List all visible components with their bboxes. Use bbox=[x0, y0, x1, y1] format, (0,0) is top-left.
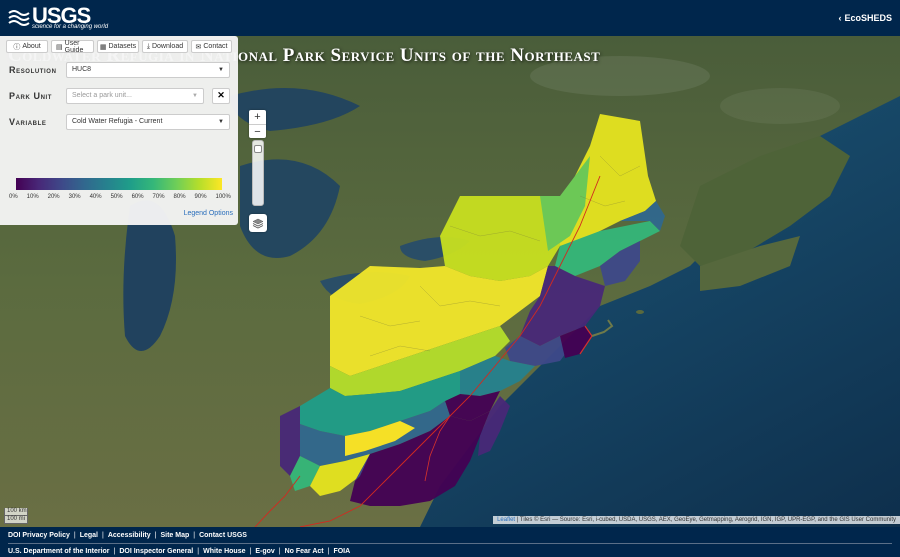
user-guide-button[interactable]: ▤ User Guide bbox=[51, 39, 94, 54]
resolution-label: Resolution bbox=[9, 64, 57, 75]
park-unit-select[interactable]: Select a park unit... ▼ bbox=[66, 87, 204, 104]
usgs-tagline: science for a changing world bbox=[32, 24, 109, 30]
zoom-out-button[interactable]: − bbox=[249, 124, 266, 138]
legend-tick: 80% bbox=[173, 194, 186, 200]
ecosheds-link-label: EcoSHEDS bbox=[844, 13, 892, 23]
chevron-left-icon: ‹ bbox=[838, 13, 842, 23]
caret-down-icon: ▼ bbox=[218, 118, 224, 125]
contact-button[interactable]: ✉ Contact bbox=[191, 40, 232, 53]
clear-park-button[interactable]: ✕ bbox=[212, 87, 230, 104]
footer-link-inspector-general[interactable]: DOI Inspector General bbox=[119, 546, 193, 557]
footer-link-legal[interactable]: Legal bbox=[80, 530, 98, 541]
legend-ticks: 0% 10% 20% 30% 40% 50% 60% 70% 80% 90% 1… bbox=[9, 194, 231, 200]
footer-link-accessibility[interactable]: Accessibility bbox=[108, 530, 151, 541]
scale-mi: 100 mi bbox=[4, 516, 28, 524]
footer-link-no-fear-act[interactable]: No Fear Act bbox=[285, 546, 324, 557]
close-icon: ✕ bbox=[217, 90, 225, 100]
caret-down-icon: ▼ bbox=[192, 92, 198, 99]
table-icon: ▦ bbox=[99, 43, 107, 51]
footer-link-foia[interactable]: FOIA bbox=[333, 546, 350, 557]
ecosheds-link[interactable]: ‹ EcoSHEDS bbox=[838, 13, 892, 23]
info-icon: ⓘ bbox=[13, 43, 21, 51]
layers-button[interactable] bbox=[249, 214, 267, 232]
control-panel: ⓘ About ▤ User Guide ▦ Datasets ⤓ Downlo… bbox=[0, 36, 238, 225]
usgs-wave-icon bbox=[8, 10, 30, 26]
about-button[interactable]: ⓘ About bbox=[6, 40, 49, 53]
park-unit-label: Park Unit bbox=[9, 90, 53, 101]
legend-tick: 0% bbox=[9, 194, 18, 200]
variable-row: Variable Cold Water Refugia - Current ▼ bbox=[6, 113, 232, 130]
zoom-slider-handle[interactable] bbox=[254, 145, 262, 153]
resolution-row: Resolution HUC8 ▼ bbox=[6, 61, 232, 78]
legend-tick: 60% bbox=[131, 194, 144, 200]
scale-km: 100 km bbox=[4, 508, 28, 516]
map-scale: 100 km 100 mi bbox=[4, 508, 28, 524]
usgs-logo[interactable]: USGS science for a changing world bbox=[8, 3, 109, 30]
legend-tick: 70% bbox=[152, 194, 165, 200]
download-label: Download bbox=[151, 43, 184, 50]
variable-value: Cold Water Refugia - Current bbox=[72, 118, 163, 125]
zoom-control: + − bbox=[249, 110, 266, 138]
footer-link-contact[interactable]: Contact USGS bbox=[199, 530, 247, 541]
zoom-in-button[interactable]: + bbox=[249, 110, 266, 124]
footer-link-sitemap[interactable]: Site Map bbox=[160, 530, 189, 541]
usgs-logo-text: USGS bbox=[32, 3, 91, 28]
footer-row-primary: DOI Privacy Policy | Legal | Accessibility… bbox=[8, 530, 247, 541]
user-guide-label: User Guide bbox=[64, 39, 84, 54]
about-label: About bbox=[22, 43, 41, 50]
resolution-select[interactable]: HUC8 ▼ bbox=[66, 61, 230, 78]
contact-label: Contact bbox=[203, 43, 228, 50]
footer: DOI Privacy Policy | Legal | Accessibility… bbox=[0, 527, 900, 557]
book-icon: ▤ bbox=[56, 43, 63, 51]
variable-select[interactable]: Cold Water Refugia - Current ▼ bbox=[66, 113, 230, 130]
legend-tick: 100% bbox=[215, 194, 231, 200]
envelope-icon: ✉ bbox=[195, 43, 202, 51]
park-unit-row: Park Unit Select a park unit... ▼ ✕ bbox=[6, 87, 232, 104]
leaflet-link[interactable]: Leaflet bbox=[497, 517, 515, 523]
legend-tick: 50% bbox=[110, 194, 123, 200]
legend-tick: 30% bbox=[68, 194, 81, 200]
footer-row-secondary: U.S. Department of the Interior | DOI Ins… bbox=[8, 543, 892, 557]
legend-tick: 40% bbox=[89, 194, 102, 200]
footer-link-white-house[interactable]: White House bbox=[203, 546, 245, 557]
legend-tick: 90% bbox=[194, 194, 207, 200]
resolution-value: HUC8 bbox=[72, 66, 92, 73]
legend-options-link[interactable]: Legend Options bbox=[184, 210, 233, 217]
panel-tabs: ⓘ About ▤ User Guide ▦ Datasets ⤓ Downlo… bbox=[6, 39, 232, 54]
legend-tick: 10% bbox=[26, 194, 39, 200]
legend-tick: 20% bbox=[47, 194, 60, 200]
legend-color-bar bbox=[16, 178, 222, 190]
footer-link-privacy[interactable]: DOI Privacy Policy bbox=[8, 530, 70, 541]
datasets-label: Datasets bbox=[108, 43, 137, 50]
variable-label: Variable bbox=[9, 116, 47, 127]
download-icon: ⤓ bbox=[146, 42, 150, 50]
layers-icon bbox=[252, 218, 264, 228]
top-bar: USGS science for a changing world ‹ EcoS… bbox=[0, 0, 900, 36]
zoom-slider[interactable] bbox=[252, 140, 264, 206]
caret-down-icon: ▼ bbox=[218, 66, 224, 73]
download-button[interactable]: ⤓ Download bbox=[142, 40, 188, 53]
map-attribution: Leaflet | Tiles © Esri — Source: Esri, i… bbox=[493, 516, 900, 524]
attribution-text: | Tiles © Esri — Source: Esri, i-cubed, … bbox=[516, 517, 896, 523]
footer-link-egov[interactable]: E-gov bbox=[255, 546, 274, 557]
park-unit-placeholder: Select a park unit... bbox=[72, 92, 132, 99]
datasets-button[interactable]: ▦ Datasets bbox=[97, 40, 139, 53]
footer-link-doi[interactable]: U.S. Department of the Interior bbox=[8, 546, 110, 557]
